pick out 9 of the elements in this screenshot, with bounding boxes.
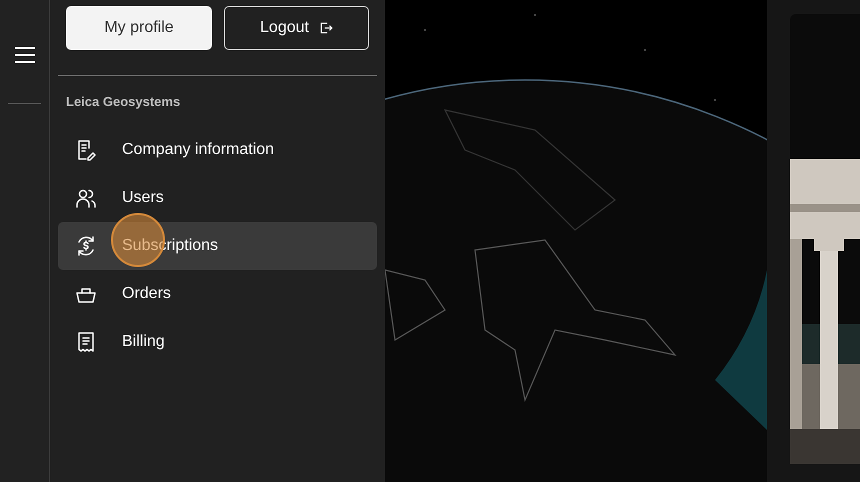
menu-item[interactable]: Users (58, 174, 377, 222)
profile-button[interactable]: My profile (66, 6, 212, 50)
logout-icon (318, 21, 333, 35)
menu-item[interactable]: Company information (58, 126, 377, 174)
menu-item[interactable]: Orders (58, 270, 377, 318)
menu-item[interactable]: Billing (58, 318, 377, 366)
menu-icon[interactable] (14, 47, 34, 63)
organization-name: Leica Geosystems (65, 93, 182, 111)
logout-button[interactable]: Logout (224, 6, 369, 50)
